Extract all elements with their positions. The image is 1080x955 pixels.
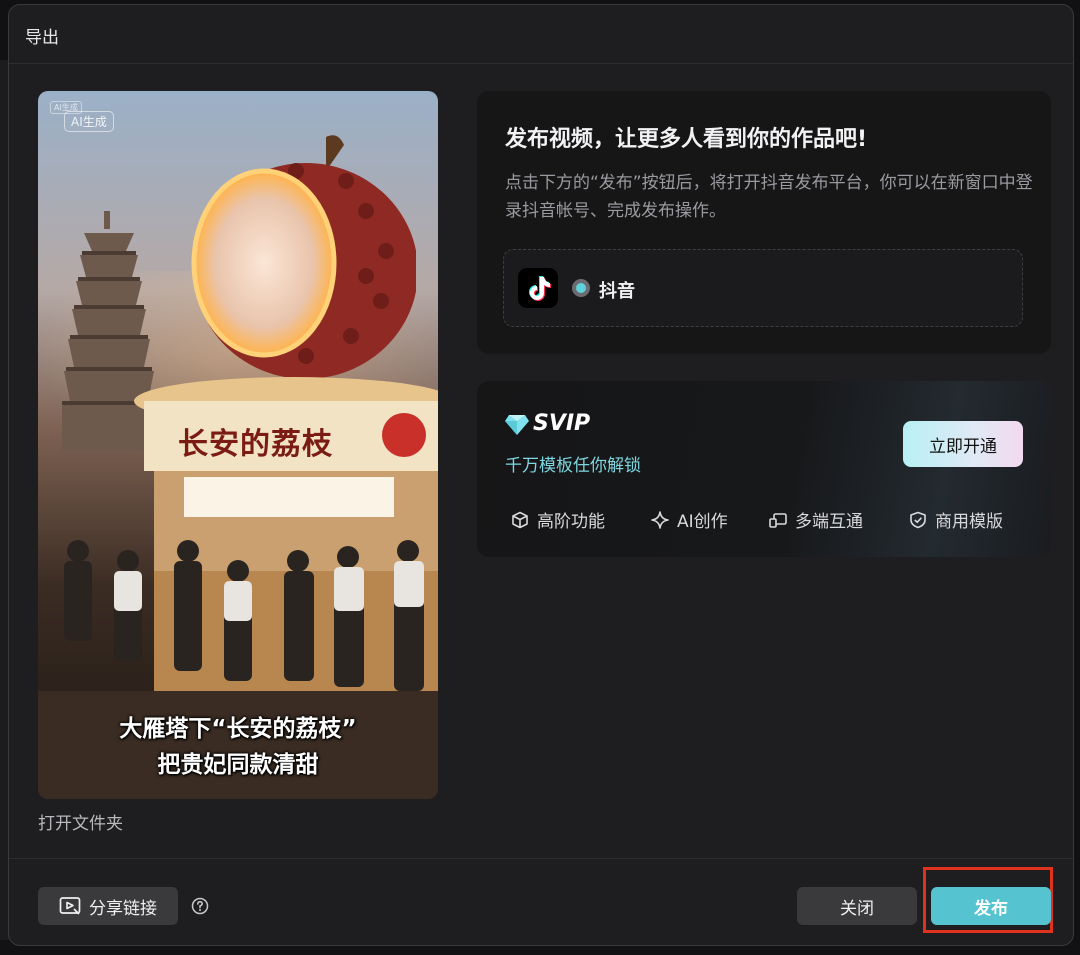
export-dialog: 导出 AI生成 AI生成 长安的荔枝 大雁塔下“长安的荔枝” 把贵妃同款清甜 打… (8, 4, 1074, 946)
platform-radio-selected[interactable] (572, 279, 590, 297)
video-preview[interactable]: AI生成 AI生成 长安的荔枝 大雁塔下“长安的荔枝” 把贵妃同款清甜 (38, 91, 438, 799)
feature-label: 商用模版 (935, 512, 1003, 532)
platform-label: 抖音 (599, 281, 635, 302)
lychee-illustration (191, 135, 416, 379)
platform-option-douyin[interactable]: 抖音 (503, 249, 1023, 327)
video-caption-line1: 大雁塔下“长安的荔枝” (119, 716, 357, 742)
publish-button[interactable]: 发布 (931, 887, 1051, 925)
svip-title: SVIP (533, 411, 591, 436)
ai-generated-badge: AI生成 (64, 111, 114, 132)
publish-heading: 发布视频，让更多人看到你的作品吧! (505, 127, 868, 152)
douyin-logo-icon (518, 268, 558, 308)
open-folder-link[interactable]: 打开文件夹 (38, 809, 123, 834)
close-button[interactable]: 关闭 (797, 887, 917, 925)
publish-panel: 发布视频，让更多人看到你的作品吧! 点击下方的“发布”按钮后，将打开抖音发布平台… (477, 91, 1051, 354)
diamond-icon (505, 415, 529, 435)
title-divider (9, 63, 1073, 64)
dialog-title: 导出 (25, 28, 59, 48)
svip-panel: SVIP 千万模板任你解锁 立即开通 高阶功能 AI创作 多端互通 商用模版 (477, 381, 1051, 557)
shield-check-icon (910, 511, 926, 528)
video-caption-line2: 把贵妃同款清甜 (157, 752, 319, 778)
help-icon[interactable] (191, 897, 209, 915)
feature-multidevice: 多端互通 (769, 507, 863, 532)
devices-icon (769, 512, 787, 528)
share-link-button[interactable]: 分享链接 (38, 887, 178, 925)
feature-label: 多端互通 (795, 512, 863, 532)
feature-commercial: 商用模版 (909, 507, 1003, 532)
footer-divider (9, 858, 1073, 859)
sparkle-icon (651, 510, 669, 529)
feature-label: AI创作 (677, 512, 728, 532)
publish-description: 点击下方的“发布”按钮后，将打开抖音发布平台，你可以在新窗口中登录抖音帐号、完成… (505, 173, 1033, 221)
feature-label: 高阶功能 (537, 512, 605, 532)
feature-advanced: 高阶功能 (511, 507, 605, 532)
kiosk-sign-text: 长安的荔枝 (178, 427, 333, 462)
svip-subtitle: 千万模板任你解锁 (505, 456, 641, 476)
share-link-label: 分享链接 (89, 898, 157, 919)
activate-svip-button[interactable]: 立即开通 (903, 421, 1023, 467)
share-screen-icon (59, 897, 81, 915)
feature-ai: AI创作 (651, 507, 728, 532)
cube-icon (512, 511, 528, 528)
